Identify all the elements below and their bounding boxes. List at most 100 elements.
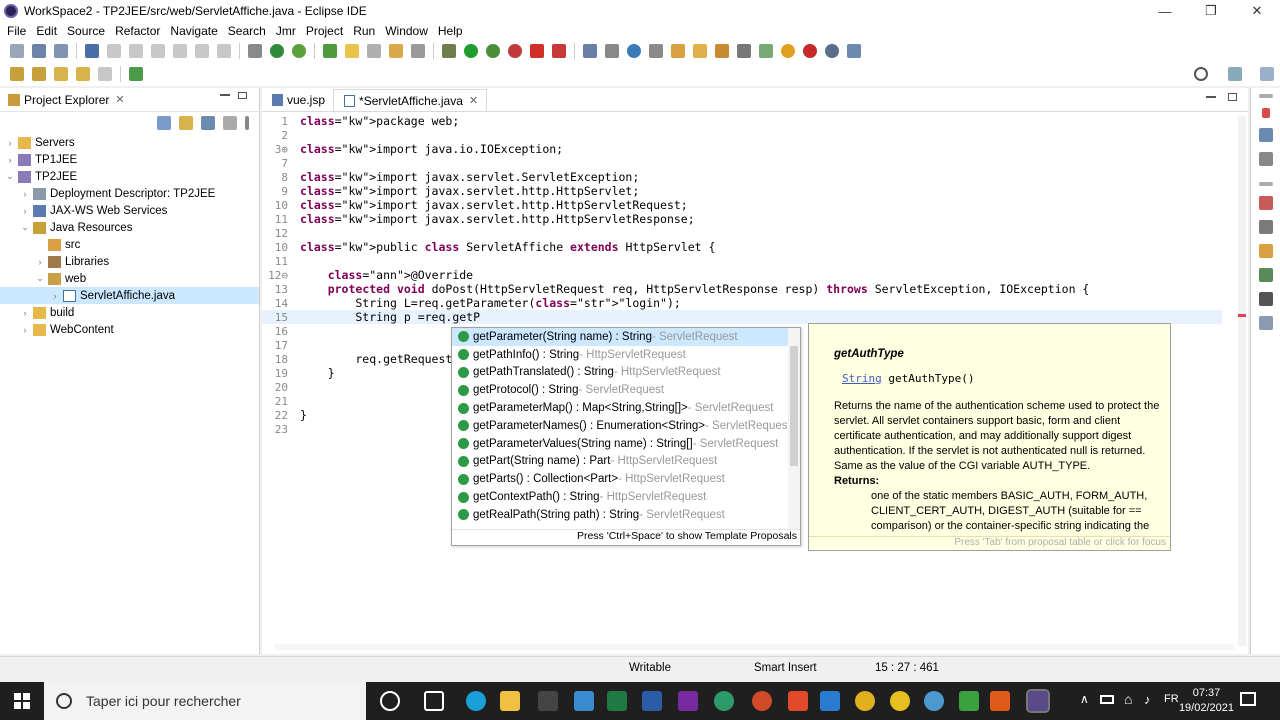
chevron-right-icon[interactable]: ›	[19, 189, 31, 199]
code-line[interactable]: 13 protected void doPost(HttpServletRequ…	[262, 282, 1222, 296]
coverage-icon[interactable]	[486, 44, 500, 58]
refresh-icon[interactable]	[292, 44, 306, 58]
menu-help[interactable]: Help	[433, 24, 468, 38]
restore-button[interactable]: ❐	[1188, 0, 1234, 22]
taskbar-search[interactable]: Taper ici pour rechercher	[44, 682, 366, 720]
code-line[interactable]: 10 class="kw">public class ServletAffiche…	[262, 240, 1222, 254]
task-view-icon[interactable]	[424, 691, 444, 711]
project-explorer-tab[interactable]: Project Explorer ✕	[0, 88, 259, 112]
excel-icon[interactable]	[607, 691, 627, 711]
tree-item[interactable]: ⌄ web	[0, 270, 259, 287]
vscode-icon[interactable]	[820, 691, 840, 711]
console-icon[interactable]	[1258, 292, 1273, 306]
servers-icon[interactable]	[1258, 220, 1273, 234]
menu-refactor[interactable]: Refactor	[110, 24, 165, 38]
menu-run[interactable]: Run	[348, 24, 380, 38]
error-marker[interactable]	[1238, 314, 1246, 317]
task-list-icon[interactable]	[1261, 108, 1270, 118]
code-line[interactable]: 2	[262, 128, 1222, 142]
restore-view-icon[interactable]	[1258, 94, 1273, 98]
link-with-editor-icon[interactable]	[179, 116, 193, 130]
forward-icon[interactable]	[98, 67, 112, 81]
tree-item[interactable]: › Deployment Descriptor: TP2JEE	[0, 185, 259, 202]
toggle-mark-icon[interactable]	[367, 44, 381, 58]
minimize-button[interactable]: —	[1142, 0, 1188, 22]
code-line[interactable]: 3⊕ class="kw">import java.io.IOException;	[262, 142, 1222, 156]
notification-icon[interactable]	[1240, 692, 1256, 706]
menu-navigate[interactable]: Navigate	[165, 24, 222, 38]
menu-source[interactable]: Source	[62, 24, 110, 38]
tree-item[interactable]: › TP1JEE	[0, 151, 259, 168]
data-source-icon[interactable]	[1258, 244, 1273, 258]
tab-vue-jsp[interactable]: vue.jsp	[262, 89, 333, 111]
proposal-item[interactable]: getContextPath() : String - HttpServletR…	[452, 488, 800, 506]
volume-icon[interactable]: ♪	[1144, 692, 1151, 707]
onenote-icon[interactable]	[678, 691, 698, 711]
print-icon[interactable]	[85, 44, 99, 58]
save-all-icon[interactable]	[54, 44, 68, 58]
app-icon-2[interactable]	[924, 691, 944, 711]
norton-icon[interactable]	[890, 691, 910, 711]
tree-item[interactable]: ⌄ TP2JEE	[0, 168, 259, 185]
proposal-item[interactable]: getPart(String name) : Part - HttpServle…	[452, 453, 800, 471]
stop-icon[interactable]	[530, 44, 544, 58]
menu-jmr[interactable]: Jmr	[271, 24, 301, 38]
new-icon[interactable]	[10, 44, 24, 58]
marketplace-icon[interactable]	[803, 44, 817, 58]
chrome-icon[interactable]	[855, 691, 875, 711]
windows-start-icon[interactable]	[14, 693, 30, 709]
chevron-down-icon[interactable]: ⌄	[4, 171, 16, 182]
chevron-right-icon[interactable]: ›	[49, 291, 61, 301]
chevron-right-icon[interactable]: ›	[19, 325, 31, 335]
return-type-link[interactable]: String	[842, 372, 882, 385]
code-line[interactable]: 7	[262, 156, 1222, 170]
open-type-icon[interactable]	[248, 44, 262, 58]
store-icon[interactable]	[538, 691, 558, 711]
new-web-icon[interactable]	[649, 44, 663, 58]
app-icon-3[interactable]	[990, 691, 1010, 711]
share-icon[interactable]	[847, 44, 861, 58]
outline-icon[interactable]	[1258, 128, 1273, 142]
next-annotation-icon[interactable]	[10, 67, 24, 81]
proposal-item[interactable]: getParameterNames() : Enumeration<String…	[452, 417, 800, 435]
tree-item[interactable]: › ServletAffiche.java	[0, 287, 259, 304]
proposal-item[interactable]: getParameterValues(String name) : String…	[452, 435, 800, 453]
step-into-icon[interactable]	[173, 44, 187, 58]
chevron-right-icon[interactable]: ›	[19, 206, 31, 216]
tab-servletaffiche-java[interactable]: *ServletAffiche.java ✕	[333, 89, 488, 111]
snippets-icon[interactable]	[1258, 268, 1273, 282]
plugin-icon[interactable]	[759, 44, 773, 58]
code-line[interactable]: 11 class="kw">import javax.servlet.http.H…	[262, 212, 1222, 226]
close-icon[interactable]: ✕	[115, 93, 124, 106]
progress-icon[interactable]	[1258, 316, 1273, 330]
android-studio-icon[interactable]	[959, 691, 979, 711]
annotation-icon[interactable]	[389, 44, 403, 58]
menu-edit[interactable]: Edit	[31, 24, 62, 38]
markers-icon[interactable]	[1258, 196, 1273, 210]
search-icon[interactable]	[1194, 67, 1208, 81]
maximize-editor-icon[interactable]	[1228, 93, 1237, 101]
help-icon[interactable]	[781, 44, 795, 58]
language-indicator[interactable]: FR	[1164, 693, 1179, 705]
step-over-icon[interactable]	[195, 44, 209, 58]
minimize-editor-icon[interactable]	[1206, 96, 1216, 98]
globe-icon[interactable]	[825, 44, 839, 58]
file-explorer-icon[interactable]	[500, 691, 520, 711]
new-package-icon[interactable]	[605, 44, 619, 58]
word-icon[interactable]	[642, 691, 662, 711]
tree-item[interactable]: › JAX-WS Web Services	[0, 202, 259, 219]
proposal-item[interactable]: getPathTranslated() : String - HttpServl…	[452, 364, 800, 382]
minimize-view-icon[interactable]	[220, 94, 230, 96]
gitkraken-icon[interactable]	[714, 691, 734, 711]
editor-overview-ruler[interactable]	[1238, 116, 1246, 646]
menu-window[interactable]: Window	[380, 24, 433, 38]
deploy-icon[interactable]	[552, 44, 566, 58]
menu-project[interactable]: Project	[301, 24, 348, 38]
save-icon[interactable]	[32, 44, 46, 58]
code-line[interactable]: 8 class="kw">import javax.servlet.Servlet…	[262, 170, 1222, 184]
open-folder-icon[interactable]	[715, 44, 729, 58]
open-perspective-icon[interactable]	[1228, 67, 1242, 81]
cortana-icon[interactable]	[380, 691, 400, 711]
show-hidden-icons[interactable]: ∧	[1080, 692, 1089, 706]
chevron-right-icon[interactable]: ›	[4, 138, 16, 148]
